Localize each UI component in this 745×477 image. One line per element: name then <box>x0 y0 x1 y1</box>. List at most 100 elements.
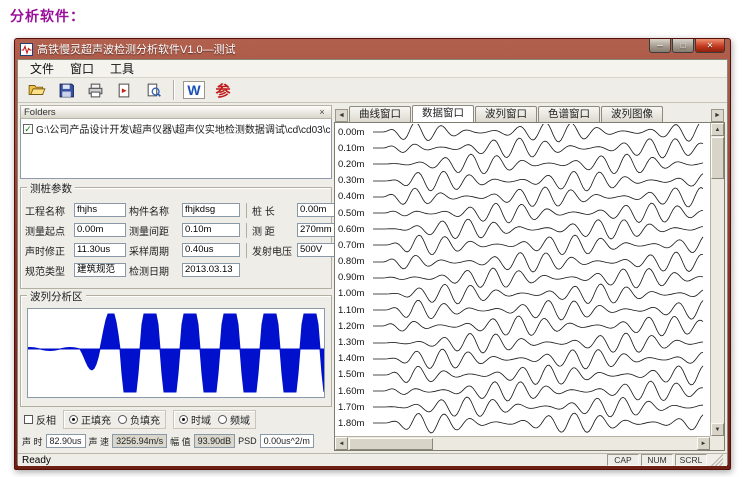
param-label: 声时修正 <box>25 243 71 258</box>
readout-value: 82.90us <box>46 434 86 448</box>
left-pane: Folders × ✓ G:\公司产品设计开发\超声仪器\超声仪实地检测数据调试… <box>20 105 332 451</box>
scrollbar-corner <box>710 436 724 450</box>
radio-time-domain[interactable]: 时域 <box>179 412 211 427</box>
wave-trace <box>373 221 710 237</box>
menu-bar: 文件窗口工具 <box>18 60 727 78</box>
depth-label: 0.10m <box>335 143 373 154</box>
radio-freq-domain[interactable]: 频域 <box>218 412 250 427</box>
radio-fill-positive[interactable]: 正填充 <box>69 412 111 427</box>
tree-item[interactable]: ✓ G:\公司产品设计开发\超声仪器\超声仪实地检测数据调试\cd\cd03\c… <box>23 121 329 136</box>
param-field[interactable]: 500V <box>297 243 337 257</box>
tab-0[interactable]: 曲线窗口 <box>349 106 411 122</box>
radio-off-icon <box>118 415 127 424</box>
save-button[interactable] <box>53 78 79 102</box>
tab-2[interactable]: 波列窗口 <box>475 106 537 122</box>
param-field[interactable]: 2013.03.13 <box>182 263 240 277</box>
wave-trace <box>373 399 710 415</box>
param-field[interactable]: fhjhs <box>74 203 126 217</box>
param-label: 采样周期 <box>129 243 179 258</box>
display-controls: 反相 正填充 负填充 <box>20 410 332 429</box>
tab-1[interactable]: 数据窗口 <box>412 105 474 122</box>
wave-trace <box>373 254 710 270</box>
tab-strip: ◄ 曲线窗口数据窗口波列窗口色谱窗口波列图像 ► <box>334 105 725 122</box>
folders-title: Folders <box>24 107 56 118</box>
checkbox-checked-icon[interactable]: ✓ <box>23 124 33 134</box>
folders-close-button[interactable]: × <box>316 107 328 117</box>
scroll-right-icon[interactable]: ► <box>697 437 710 450</box>
tab-3[interactable]: 色谱窗口 <box>538 106 600 122</box>
wave-row: 0.70m <box>335 237 710 253</box>
horizontal-scrollbar-thumb[interactable] <box>349 438 433 450</box>
vertical-scrollbar-thumb[interactable] <box>711 137 724 179</box>
maximize-button[interactable]: □ <box>672 39 694 53</box>
close-button[interactable]: ✕ <box>695 39 725 53</box>
word-export-button[interactable]: W <box>181 78 207 102</box>
menu-item-0[interactable]: 文件 <box>22 60 62 77</box>
wave-row: 0.10m <box>335 140 710 156</box>
wave-row: 0.20m <box>335 156 710 172</box>
open-button[interactable] <box>24 78 50 102</box>
vertical-scrollbar[interactable]: ▲ ▼ <box>710 123 724 436</box>
wave-row: 0.60m <box>335 221 710 237</box>
status-text: Ready <box>22 455 51 466</box>
tab-scroll-left-button[interactable]: ◄ <box>335 109 348 122</box>
wave-row: 1.20m <box>335 318 710 334</box>
invert-checkbox[interactable]: 反相 <box>24 412 56 427</box>
folder-tree: ✓ G:\公司产品设计开发\超声仪器\超声仪实地检测数据调试\cd\cd03\c… <box>20 119 332 179</box>
app-window: 高铁慢灵超声波检测分析软件V1.0—测试 ─ □ ✕ 文件窗口工具 <box>14 38 731 470</box>
tabs: 曲线窗口数据窗口波列窗口色谱窗口波列图像 <box>349 105 663 122</box>
param-label: 桩 长 <box>246 203 294 218</box>
wave-analysis-group: 波列分析区 <box>20 295 332 407</box>
wave-trace <box>373 140 710 156</box>
waveform-plot <box>27 308 325 398</box>
param-field[interactable]: 0.40us <box>182 243 240 257</box>
title-bar[interactable]: 高铁慢灵超声波检测分析软件V1.0—测试 ─ □ ✕ <box>17 39 728 59</box>
param-button[interactable]: 参 <box>210 78 236 102</box>
toolbar: W 参 <box>18 78 727 103</box>
params-row: 测量起点0.00m测量间距0.10m测 距270mm <box>25 220 327 240</box>
status-cell-cap: CAP <box>607 454 639 466</box>
waveform-chart <box>28 309 324 397</box>
client-area: Folders × ✓ G:\公司产品设计开发\超声仪器\超声仪实地检测数据调试… <box>18 103 727 453</box>
resize-grip[interactable] <box>711 454 723 466</box>
waveform-display: 0.00m0.10m0.20m0.30m0.40m0.50m0.60m0.70m… <box>334 122 725 451</box>
radio-fill-negative[interactable]: 负填充 <box>118 412 160 427</box>
print-button[interactable] <box>82 78 108 102</box>
param-label: 工程名称 <box>25 203 71 218</box>
status-indicator-cells: CAPNUMSCRL <box>605 454 707 466</box>
scroll-down-icon[interactable]: ▼ <box>711 423 724 436</box>
param-field[interactable]: 0.00m <box>297 203 337 217</box>
wave-trace <box>373 415 710 431</box>
wave-row: 0.90m <box>335 270 710 286</box>
scroll-left-icon[interactable]: ◄ <box>335 437 348 450</box>
param-field[interactable]: 0.10m <box>182 223 240 237</box>
toolbar-separator <box>173 80 174 100</box>
depth-label: 1.20m <box>335 321 373 332</box>
wave-trace <box>373 205 710 221</box>
param-field[interactable]: fhjkdsg <box>182 203 240 217</box>
menu-item-1[interactable]: 窗口 <box>62 60 102 77</box>
param-field[interactable]: 270mm <box>297 223 337 237</box>
radio-on-icon <box>69 415 78 424</box>
fill-neg-label: 负填充 <box>130 412 160 427</box>
minimize-button[interactable]: ─ <box>649 39 671 53</box>
param-field[interactable]: 建筑规范 <box>74 263 126 277</box>
horizontal-scrollbar[interactable]: ◄ ► <box>335 436 710 450</box>
scroll-up-icon[interactable]: ▲ <box>711 123 724 136</box>
depth-label: 1.30m <box>335 337 373 348</box>
window-title: 高铁慢灵超声波检测分析软件V1.0—测试 <box>37 41 645 57</box>
wave-row: 1.30m <box>335 334 710 350</box>
tab-4[interactable]: 波列图像 <box>601 106 663 122</box>
param-field[interactable]: 0.00m <box>74 223 126 237</box>
tab-scroll-right-button[interactable]: ► <box>711 109 724 122</box>
readout-value: 93.90dB <box>194 434 236 448</box>
print-preview-button[interactable] <box>140 78 166 102</box>
radio-off-icon <box>218 415 227 424</box>
wave-trace <box>373 173 710 189</box>
wave-list: 0.00m0.10m0.20m0.30m0.40m0.50m0.60m0.70m… <box>335 124 710 436</box>
menu-item-2[interactable]: 工具 <box>102 60 142 77</box>
export-button[interactable] <box>111 78 137 102</box>
wave-row: 1.80m <box>335 415 710 431</box>
param-field[interactable]: 11.30us <box>74 243 126 257</box>
fill-pos-label: 正填充 <box>81 412 111 427</box>
